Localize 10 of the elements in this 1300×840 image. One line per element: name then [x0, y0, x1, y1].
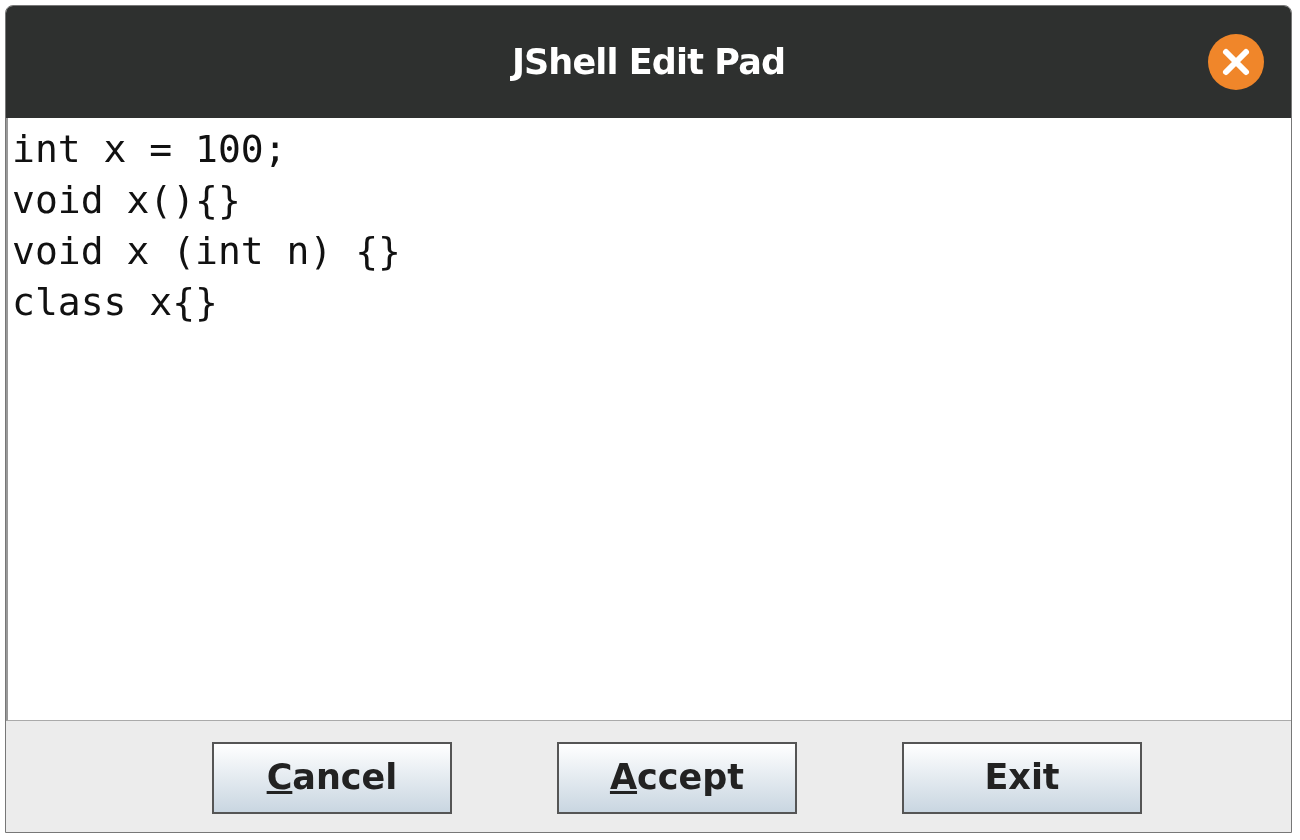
code-editor[interactable]: int x = 100; void x(){} void x (int n) {} class x{} — [6, 118, 1291, 721]
code-line: class x{} — [12, 279, 218, 326]
dialog-button[interactable]: Accept — [557, 741, 797, 814]
dialog-button[interactable]: Exit — [902, 741, 1142, 814]
code-line: void x(){} — [12, 177, 241, 224]
code-line: int x = 100; — [12, 126, 287, 173]
code-line: void x (int n) {} — [12, 228, 401, 275]
close-icon[interactable] — [1207, 33, 1265, 91]
window-title: JShell Edit Pad — [511, 40, 786, 84]
dialog-button[interactable]: Cancel — [212, 741, 452, 814]
